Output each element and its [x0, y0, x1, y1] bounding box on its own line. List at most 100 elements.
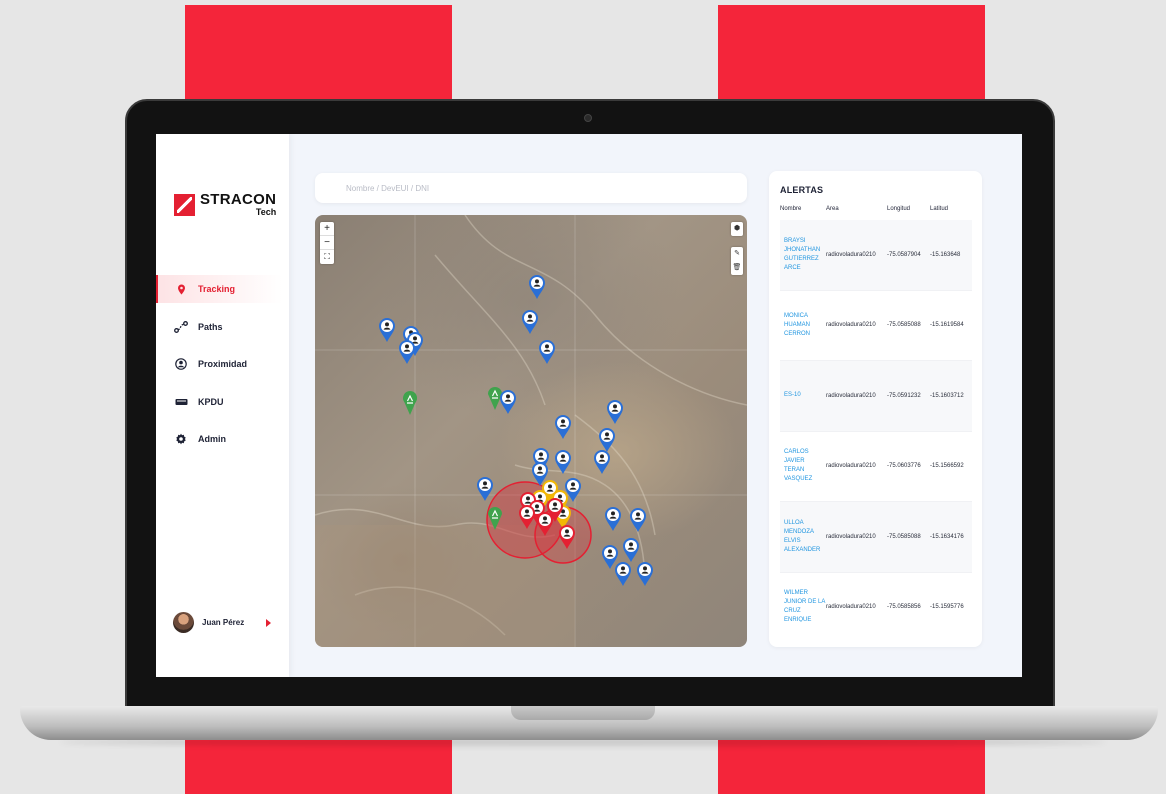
worker-marker[interactable]	[529, 275, 545, 299]
search-bar	[315, 173, 747, 203]
sidebar-item-kpdu[interactable]: KPDU	[156, 388, 289, 416]
brand-logo[interactable]: STRACON Tech	[174, 192, 276, 217]
alert-latitude: -15.1619584	[930, 322, 964, 329]
decor-block-bottom-left	[185, 738, 452, 794]
sidebar-item-paths[interactable]: Paths	[156, 313, 289, 341]
user-circle-icon	[174, 357, 188, 371]
user-name: Juan Pérez	[202, 618, 245, 627]
alert-longitude: -75.0585856	[887, 604, 921, 611]
table-row[interactable]: ULLOA MENDOZA ELVIS ALEXANDER radiovolad…	[780, 502, 972, 573]
worker-marker[interactable]	[623, 538, 639, 562]
column-header[interactable]: Longitud	[887, 206, 930, 212]
alerts-table-body[interactable]: BRAYSI JHONATHAN GUTIERREZ ARCE radiovol…	[780, 220, 972, 622]
laptop-camera	[584, 114, 592, 122]
column-header[interactable]: Latitud	[930, 206, 972, 212]
sidebar-item-label: Tracking	[198, 284, 236, 294]
alert-name-link[interactable]: WILMER JUNIOR DE LA CRUZ ENRIQUE	[780, 589, 826, 622]
alert-longitude: -75.0603776	[887, 463, 921, 470]
worker-marker[interactable]	[477, 477, 493, 501]
sidebar-item-proximidad[interactable]: Proximidad	[156, 350, 289, 378]
alert-name-link[interactable]: CARLOS JAVIER TERAN VASQUEZ	[780, 448, 826, 484]
zoom-controls: + − ⛶	[320, 222, 334, 264]
fullscreen-button[interactable]: ⛶	[320, 250, 334, 264]
stracon-logo-icon	[174, 193, 195, 216]
worker-marker[interactable]	[399, 340, 415, 364]
station-markers	[403, 387, 502, 530]
worker-marker[interactable]	[607, 400, 623, 424]
table-row[interactable]: WILMER JUNIOR DE LA CRUZ ENRIQUE radiovo…	[780, 573, 972, 622]
alert-longitude: -75.0585088	[887, 322, 921, 329]
edit-tools: ✎ 🗑	[731, 247, 743, 275]
edit-icon[interactable]: ✎	[731, 247, 743, 261]
alert-latitude: -15.1566592	[930, 463, 964, 470]
station-marker[interactable]	[488, 387, 502, 410]
worker-marker[interactable]	[602, 545, 618, 569]
worker-marker[interactable]	[605, 507, 621, 531]
trash-icon[interactable]: 🗑	[731, 261, 743, 275]
worker-marker[interactable]	[594, 450, 610, 474]
sidebar-item-label: Admin	[198, 434, 226, 444]
alert-area: radiovoladura0210	[826, 533, 876, 540]
sidebar-item-admin[interactable]: Admin	[156, 425, 289, 453]
table-row[interactable]: MONICA HUAMAN CERRON radiovoladura0210 -…	[780, 291, 972, 361]
layer-tool: ⬢	[731, 222, 743, 236]
alert-area: radiovoladura0210	[826, 251, 876, 258]
column-header[interactable]: Nombre	[780, 206, 826, 212]
app-screen: STRACON Tech Tracking Paths Proximidad K…	[156, 134, 1022, 677]
worker-marker[interactable]	[555, 415, 571, 439]
brand-name: STRACON	[200, 191, 277, 208]
route-icon	[174, 320, 188, 334]
alert-area: radiovoladura0210	[826, 322, 876, 329]
sidebar: STRACON Tech Tracking Paths Proximidad K…	[156, 134, 289, 677]
decor-block-top-left	[185, 5, 452, 105]
worker-marker[interactable]	[637, 562, 653, 586]
alerts-table-header: Nombre Area Longitud Latitud	[780, 206, 972, 212]
sidebar-item-label: Paths	[198, 321, 223, 332]
alert-name-link[interactable]: MONICA HUAMAN CERRON	[780, 312, 826, 339]
map-pin-icon	[174, 282, 188, 296]
table-row[interactable]: ES-10 radiovoladura0210 -75.0591232 -15.…	[780, 361, 972, 432]
laptop-notch	[511, 706, 655, 720]
alert-latitude: -15.1634176	[930, 533, 964, 540]
alert-area: radiovoladura0210	[826, 604, 876, 611]
alert-latitude: -15.1603712	[930, 392, 964, 399]
worker-marker[interactable]	[500, 390, 516, 414]
device-icon	[174, 395, 188, 409]
tracking-map[interactable]: + − ⛶ ⬢ ✎ 🗑	[315, 215, 747, 647]
alert-name-link[interactable]: ULLOA MENDOZA ELVIS ALEXANDER	[780, 519, 826, 555]
alert-name-link[interactable]: BRAYSI JHONATHAN GUTIERREZ ARCE	[780, 237, 826, 273]
polygon-draw-icon[interactable]: ⬢	[731, 222, 743, 236]
decor-block-bottom-right	[718, 738, 985, 794]
worker-marker[interactable]	[539, 340, 555, 364]
alert-area: radiovoladura0210	[826, 463, 876, 470]
table-row[interactable]: CARLOS JAVIER TERAN VASQUEZ radiovoladur…	[780, 432, 972, 502]
user-menu[interactable]: Juan Pérez	[173, 612, 272, 633]
avatar	[173, 612, 194, 633]
table-row[interactable]: BRAYSI JHONATHAN GUTIERREZ ARCE radiovol…	[780, 220, 972, 291]
alerts-title: ALERTAS	[780, 185, 824, 195]
sidebar-item-tracking[interactable]: Tracking	[156, 275, 289, 303]
alert-name-link[interactable]: ES-10	[780, 391, 826, 400]
alert-area: radiovoladura0210	[826, 392, 876, 399]
sidebar-item-label: Proximidad	[198, 359, 248, 369]
worker-marker[interactable]	[630, 508, 646, 532]
worker-marker[interactable]	[379, 318, 395, 342]
gear-icon	[174, 432, 188, 446]
column-header[interactable]: Area	[826, 206, 887, 212]
caret-right-icon	[266, 618, 272, 627]
brand-subtitle: Tech	[255, 207, 277, 217]
alert-latitude: -15.1595776	[930, 604, 964, 611]
search-input[interactable]	[346, 183, 706, 193]
worker-marker[interactable]	[522, 310, 538, 334]
alert-longitude: -75.0587904	[887, 251, 921, 258]
sidebar-item-label: KPDU	[198, 396, 224, 407]
decor-block-top-right	[718, 5, 985, 105]
alert-longitude: -75.0591232	[887, 392, 921, 399]
zoom-out-button[interactable]: −	[320, 236, 334, 250]
sidebar-nav: Tracking Paths Proximidad KPDU Admin	[156, 275, 289, 463]
alert-latitude: -15.163648	[930, 251, 961, 258]
alert-longitude: -75.0585088	[887, 533, 921, 540]
worker-marker[interactable]	[615, 562, 631, 586]
map-layer	[315, 215, 747, 647]
zoom-in-button[interactable]: +	[320, 222, 334, 236]
